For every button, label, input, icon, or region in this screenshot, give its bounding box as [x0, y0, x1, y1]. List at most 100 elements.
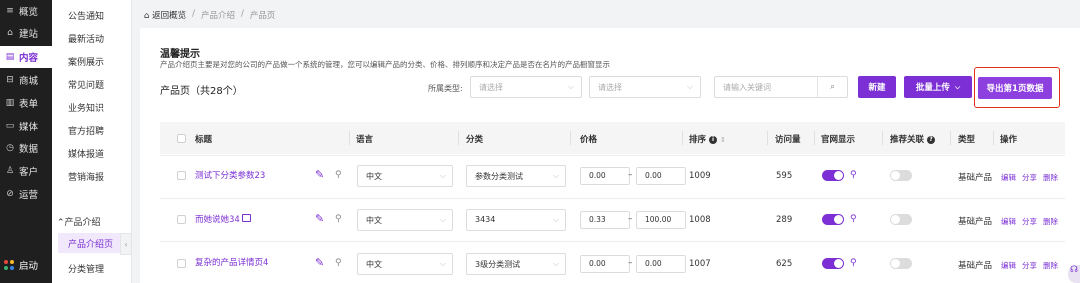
nav-item-data[interactable]: ◷ 数据 — [0, 137, 52, 159]
category-select[interactable]: 3级分类测试 ⌵ — [466, 253, 566, 275]
edit-link[interactable]: 编辑 — [1001, 216, 1016, 227]
row-divider — [160, 241, 1065, 242]
new-button[interactable]: 新建 — [858, 76, 896, 98]
nav-item-label: 建站 — [19, 29, 39, 40]
chevron-down-icon: ⌵ — [567, 82, 574, 91]
share-link[interactable]: 分享 — [1022, 260, 1037, 271]
subnav-item-product-page[interactable]: 产品介绍页 — [68, 237, 113, 250]
sort-icon[interactable]: ⇕ — [720, 136, 726, 144]
image-icon — [242, 214, 251, 222]
row-ops: 编辑 分享 删除 — [1001, 172, 1058, 183]
link-icon[interactable]: ⚲ — [850, 170, 857, 180]
price-max-input[interactable]: 100.00 — [636, 211, 686, 229]
category-select[interactable]: 3434 ⌵ — [466, 209, 566, 231]
language-value: 中文 — [366, 260, 382, 269]
language-select[interactable]: 中文 ⌵ — [357, 165, 453, 187]
price-min-input[interactable]: 0.00 — [580, 255, 630, 273]
toggle-knob — [834, 215, 843, 224]
subnav-item[interactable]: 常见问题 — [68, 78, 104, 91]
row-title-link[interactable]: 测试下分类参数23 — [195, 169, 265, 181]
select-all-checkbox[interactable] — [177, 134, 186, 143]
edit-link[interactable]: 编辑 — [1001, 260, 1016, 271]
edit-pencil-icon[interactable]: ✎ — [315, 168, 324, 181]
edit-pencil-icon[interactable]: ✎ — [315, 212, 324, 225]
row-title-link[interactable]: 复杂的产品详情页4 — [195, 256, 268, 268]
nav-item-operation[interactable]: ⊘ 运营 — [0, 183, 52, 205]
price-min-input[interactable]: 0.33 — [580, 211, 630, 229]
batch-upload-label: 批量上传 — [915, 83, 950, 93]
subnav-item[interactable]: 最新活动 — [68, 32, 104, 45]
recommend-toggle[interactable] — [890, 258, 912, 269]
col-divider — [814, 131, 815, 145]
th-site-show: 官网显示 — [821, 135, 856, 145]
link-icon[interactable]: ⚲ — [335, 214, 342, 224]
home-icon: ⌂ — [144, 11, 153, 21]
link-icon[interactable]: ⚲ — [335, 170, 342, 180]
price-max-input[interactable]: 0.00 — [636, 167, 686, 185]
collapse-icon[interactable]: ‹ — [120, 233, 132, 255]
recommend-toggle[interactable] — [890, 170, 912, 181]
site-show-toggle[interactable] — [822, 214, 844, 225]
type-select-1[interactable]: 请选择 ⌵ — [470, 76, 582, 98]
export-highlight — [974, 67, 1060, 108]
link-icon[interactable]: ⚲ — [850, 214, 857, 224]
delete-link[interactable]: 删除 — [1043, 216, 1058, 227]
search-input[interactable]: 请输入关键词 ⌕ — [714, 76, 848, 98]
nav-item-mall[interactable]: ⊟ 商城 — [0, 69, 52, 91]
nav-item-form[interactable]: ▥ 表单 — [0, 92, 52, 114]
nav-start[interactable]: 启动 — [0, 254, 52, 276]
th-ops: 操作 — [1000, 135, 1018, 145]
price-min-input[interactable]: 0.00 — [580, 167, 630, 185]
search-icon[interactable]: ⌕ — [817, 77, 847, 97]
recommend-toggle[interactable] — [890, 214, 912, 225]
edit-pencil-icon[interactable]: ✎ — [315, 256, 324, 269]
category-select[interactable]: 参数分类测试 ⌵ — [466, 165, 566, 187]
breadcrumb: ⌂ 返回概览 / 产品介绍 / 产品页 — [144, 9, 275, 21]
nav-item-overview[interactable]: ≡ 概览 — [0, 0, 52, 22]
link-icon[interactable]: ⚲ — [335, 258, 342, 268]
th-order[interactable]: 排序 i ⇕ — [689, 133, 726, 145]
breadcrumb-back[interactable]: ⌂ 返回概览 — [144, 9, 186, 21]
subnav-item[interactable]: 业务知识 — [68, 101, 104, 114]
price-max-input[interactable]: 0.00 — [636, 255, 686, 273]
subnav-item[interactable]: 营销海报 — [68, 170, 104, 183]
clock-icon: ◷ — [6, 143, 14, 153]
nav-item-label: 数据 — [19, 144, 39, 155]
delete-link[interactable]: 删除 — [1043, 172, 1058, 183]
row-checkbox[interactable] — [177, 215, 186, 224]
shop-icon: ⊟ — [6, 75, 14, 85]
subnav-item-category[interactable]: 分类管理 — [68, 262, 104, 275]
site-show-toggle[interactable] — [822, 258, 844, 269]
start-dots-icon — [4, 259, 15, 271]
language-select[interactable]: 中文 ⌵ — [357, 209, 453, 231]
nav-item-media[interactable]: ▭ 媒体 — [0, 115, 52, 137]
batch-upload-button[interactable]: 批量上传 ⌵ — [904, 76, 972, 98]
support-chat-icon[interactable]: ☊ — [1068, 265, 1080, 283]
subnav-item[interactable]: 媒体报道 — [68, 147, 104, 160]
subnav-group-product[interactable]: ⌃产品介绍 — [57, 215, 101, 228]
language-value: 中文 — [366, 216, 382, 225]
breadcrumb-sep: / — [241, 9, 244, 19]
site-show-toggle[interactable] — [822, 170, 844, 181]
start-label: 启动 — [19, 261, 39, 272]
share-link[interactable]: 分享 — [1022, 216, 1037, 227]
media-icon: ▭ — [5, 121, 15, 131]
edit-link[interactable]: 编辑 — [1001, 172, 1016, 183]
language-select[interactable]: 中文 ⌵ — [357, 253, 453, 275]
nav-item-customer[interactable]: ♙ 客户 — [0, 160, 52, 182]
nav-item-build[interactable]: ⌂ 建站 — [0, 22, 52, 44]
row-title-link[interactable]: 而她说她34 — [195, 213, 240, 225]
subnav-item[interactable]: 公告通知 — [68, 9, 104, 22]
breadcrumb-level2: 产品页 — [249, 11, 276, 21]
row-checkbox[interactable] — [177, 171, 186, 180]
link-icon[interactable]: ⚲ — [850, 258, 857, 268]
subnav-item[interactable]: 案例展示 — [68, 55, 104, 68]
type-select-2[interactable]: 请选择 ⌵ — [589, 76, 701, 98]
delete-link[interactable]: 删除 — [1043, 260, 1058, 271]
row-checkbox[interactable] — [177, 259, 186, 268]
subnav-item[interactable]: 官方招聘 — [68, 124, 104, 137]
nav-item-content[interactable]: ▤ 内容 — [0, 46, 52, 68]
breadcrumb-level1[interactable]: 产品介绍 — [201, 9, 235, 21]
share-link[interactable]: 分享 — [1022, 172, 1037, 183]
toggle-knob — [891, 215, 900, 224]
